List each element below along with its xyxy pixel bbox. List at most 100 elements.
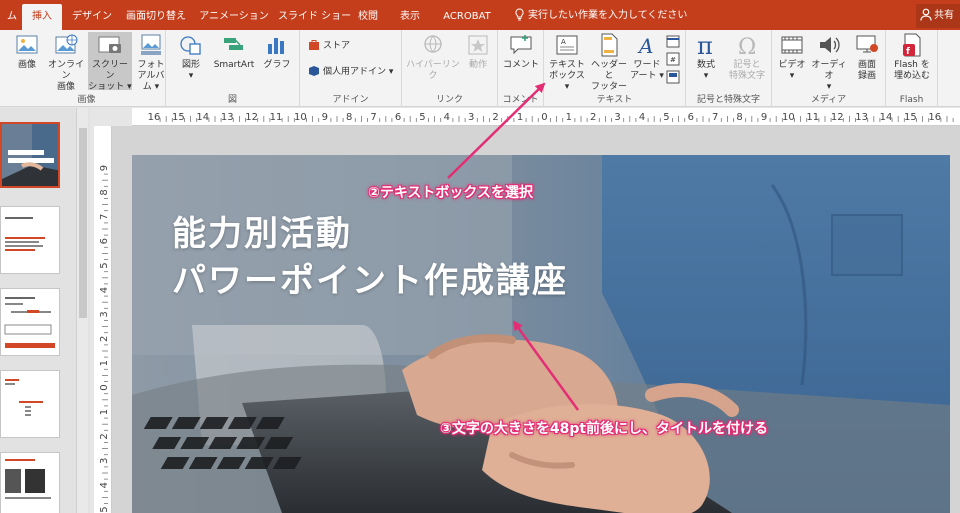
vruler-tick-label: 4: [99, 482, 110, 488]
thumbnail-scrollbar-thumb[interactable]: [79, 128, 87, 318]
tab-file[interactable]: ム: [0, 4, 24, 30]
group-illustrations: 図形 ▾ SmartArt グラフ 図: [166, 30, 300, 107]
screenshot-label-2: ショット: [88, 82, 125, 92]
shapes-label: 図形: [181, 60, 200, 70]
ruler-tick-label: 1: [566, 112, 572, 123]
ruler-tick-label: 5: [663, 112, 669, 123]
online-pictures-button[interactable]: オンライン 画像: [46, 32, 86, 93]
picture-button[interactable]: 画像: [10, 32, 44, 71]
ruler-tick-label: 2: [590, 112, 596, 123]
audio-button[interactable]: オーディオ ▾: [808, 32, 850, 93]
tab-slideshow[interactable]: スライド ショー: [278, 4, 351, 30]
screenshot-icon: [98, 36, 121, 53]
tab-design[interactable]: デザイン: [68, 4, 116, 30]
svg-text:f: f: [906, 47, 910, 57]
omega-icon: Ω: [738, 35, 756, 58]
star-action-icon: [468, 35, 488, 55]
tab-view[interactable]: 表示: [394, 4, 426, 30]
smartart-label: SmartArt: [213, 60, 255, 70]
tab-transitions[interactable]: 画面切り替え: [122, 4, 190, 30]
group-addins-label: アドイン: [332, 95, 369, 105]
symbol-label-1: 記号と: [733, 60, 761, 70]
textbox-label-1: テキスト: [549, 60, 585, 70]
tab-acrobat[interactable]: ACROBAT: [436, 4, 498, 30]
film-icon: [781, 36, 803, 54]
group-flash: f Flash を 埋め込む Flash: [886, 30, 938, 107]
tab-insert[interactable]: 挿入: [22, 4, 62, 30]
group-images-label: 画像: [77, 95, 96, 105]
photo-album-button[interactable]: フォト アルバム ▾: [134, 32, 168, 93]
embed-flash-label-1: Flash を: [894, 60, 930, 70]
ruler-tick-label: 3: [468, 112, 474, 123]
textbox-button[interactable]: A テキスト ボックス ▾: [546, 32, 588, 93]
slide-title-textbox[interactable]: 能力別活動 パワーポイント作成講座: [172, 211, 568, 305]
hyperlink-button[interactable]: ハイパーリンク: [406, 32, 460, 82]
ruler-tick-label: 12: [831, 112, 844, 123]
group-comments-label: コメント: [502, 95, 539, 105]
action-label: 動作: [468, 60, 487, 70]
thumbnail-scrollbar[interactable]: [76, 108, 88, 513]
chart-button[interactable]: グラフ: [260, 32, 294, 71]
slide-thumbnail-5-preview: [1, 453, 59, 513]
header-footer-button[interactable]: ヘッダーと フッター: [588, 32, 630, 93]
embed-flash-label-2: 埋め込む: [893, 71, 930, 81]
wordart-button[interactable]: A ワード アート ▾: [630, 32, 664, 82]
slide-number-icon[interactable]: #: [666, 52, 680, 66]
ribbon-insert: 画像 オンライン 画像 スクリーン ショット ▾ フォト アルバム ▾ 画像 図…: [0, 30, 960, 107]
equation-button[interactable]: π 数式 ▾: [690, 32, 722, 82]
ruler-tick-label: 1: [517, 112, 523, 123]
screen-recording-button[interactable]: 画面 録画: [852, 32, 882, 82]
slide-thumbnail-1[interactable]: [0, 122, 60, 188]
wordart-icon: A: [637, 34, 653, 58]
photo-album-label-1: フォト: [137, 60, 165, 70]
photo-album-icon: [141, 34, 161, 55]
screen-recording-label-2: 録画: [857, 71, 876, 81]
my-addins-button[interactable]: 個人用アドイン ▾: [308, 65, 393, 79]
vruler-tick-label: 1: [99, 409, 110, 415]
tab-animations[interactable]: アニメーション: [198, 4, 270, 30]
embed-flash-button[interactable]: f Flash を 埋め込む: [888, 32, 936, 82]
slide-thumbnail-4-preview: [1, 371, 59, 437]
store-button[interactable]: ストア: [308, 39, 350, 53]
slide-thumbnail-5[interactable]: [0, 452, 60, 513]
shapes-button[interactable]: 図形 ▾: [174, 32, 208, 82]
date-time-icon[interactable]: [666, 34, 680, 48]
vruler-tick-label: 5: [99, 262, 110, 268]
annotation-step-2: ②テキストボックスを選択: [368, 185, 534, 201]
object-icon[interactable]: [666, 70, 680, 84]
vruler-tick-label: 5: [99, 506, 110, 512]
screenshot-button[interactable]: スクリーン ショット ▾: [88, 32, 132, 92]
smartart-button[interactable]: SmartArt: [210, 32, 258, 71]
slide-thumbnail-2[interactable]: [0, 206, 60, 274]
tell-me-search[interactable]: 実行したい作業を入力してください: [514, 4, 687, 28]
group-text-label: テキスト: [596, 95, 633, 105]
smartart-icon: [224, 38, 243, 50]
slide-canvas[interactable]: 能力別活動 パワーポイント作成講座: [132, 155, 950, 513]
group-images: 画像 オンライン 画像 スクリーン ショット ▾ フォト アルバム ▾ 画像: [8, 30, 166, 107]
ruler-tick-label: 9: [761, 112, 767, 123]
group-flash-label: Flash: [899, 95, 924, 105]
chart-icon: [268, 38, 284, 54]
tab-review[interactable]: 校閲: [352, 4, 384, 30]
slide-thumbnail-4[interactable]: [0, 370, 60, 438]
ruler-tick-label: 2: [492, 112, 498, 123]
vruler-tick-label: 7: [99, 214, 110, 220]
slide-thumbnail-3[interactable]: [0, 288, 60, 356]
ruler-tick-label: 10: [294, 112, 307, 123]
slide-background-photo: [132, 155, 950, 513]
slide-thumbnail-2-preview: [1, 207, 59, 273]
store-label: ストア: [323, 41, 351, 51]
ruler-tick-label: 11: [806, 112, 819, 123]
comment-button[interactable]: コメント: [502, 32, 540, 71]
ruler-tick-label: 14: [196, 112, 209, 123]
vruler-tick-label: 3: [99, 458, 110, 464]
video-button[interactable]: ビデオ ▾: [776, 32, 808, 82]
my-addins-icon: [309, 66, 319, 76]
share-button[interactable]: 共有: [916, 4, 960, 28]
header-footer-icon: [601, 33, 618, 57]
action-button[interactable]: 動作: [462, 32, 494, 71]
ruler-tick-label: 15: [904, 112, 917, 123]
vruler-tick-label: 3: [99, 311, 110, 317]
group-comments: コメント コメント: [498, 30, 544, 107]
symbol-button[interactable]: Ω 記号と 特殊文字: [724, 32, 770, 82]
